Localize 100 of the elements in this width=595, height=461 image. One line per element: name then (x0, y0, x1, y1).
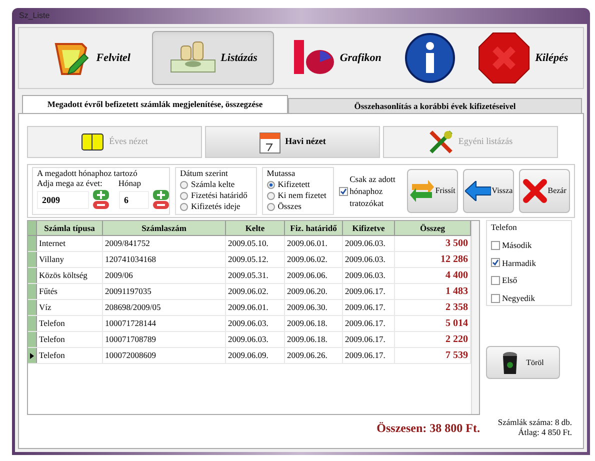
checkmark-icon (492, 259, 499, 266)
table-cell: Telefon (37, 332, 103, 347)
table-cell: 2009.06.03. (226, 332, 285, 347)
book-icon (81, 132, 106, 152)
toolbar-button[interactable]: Listázás (152, 31, 274, 85)
plus-button[interactable] (153, 190, 169, 200)
checkmark-icon (340, 188, 347, 194)
table-cell: 20091197035 (103, 284, 226, 299)
table-cell: 100072008609 (103, 348, 226, 363)
radio-button[interactable] (180, 202, 188, 210)
tab[interactable]: Összehasonlítás a korábbi évek kifizetéseivel (288, 98, 582, 113)
table-cell: 2009.06.30. (285, 300, 343, 315)
table-cell: 2009.06.03. (343, 236, 395, 251)
table-cell: 2009.06.02. (226, 284, 285, 299)
month-label: Hónap (118, 178, 142, 188)
plus-button[interactable] (93, 190, 109, 200)
plus-icon (97, 191, 105, 199)
screwdriver-wrench-icon (428, 129, 454, 155)
table-cell: Telefon (37, 316, 103, 331)
toolbar-button[interactable]: Felvitel (37, 31, 146, 85)
table-cell: 2009.06.09. (226, 348, 285, 363)
action-button[interactable]: Frissít (407, 169, 458, 213)
radio-label: Ki nem fizetet (278, 190, 326, 201)
stop-sign-icon (477, 31, 532, 85)
minus-button[interactable] (93, 201, 109, 209)
group-title: Mutassa (266, 168, 296, 179)
radio-button[interactable] (266, 180, 275, 188)
group-title: Dátum szerint (180, 168, 229, 179)
table-cell: 2009.06.17. (343, 300, 395, 315)
radio-button[interactable] (180, 192, 188, 200)
month-field[interactable]: 6 (119, 190, 149, 208)
radio-button[interactable] (266, 202, 275, 210)
checkbox-label: Csak az adott hónaphoz tratozókat (350, 173, 396, 209)
action-button[interactable]: Bezár (519, 169, 570, 213)
minus-icon (97, 204, 105, 206)
radio-label: Kifizetett (278, 179, 310, 190)
table-cell: 2009.06.20. (285, 284, 343, 299)
minus-button[interactable] (153, 201, 169, 209)
table-cell: 2009.06.02. (285, 252, 343, 267)
scrollbar[interactable] (471, 221, 479, 414)
delete-button[interactable]: Töröl (486, 346, 560, 379)
table-cell: 2009.06.18. (285, 316, 343, 331)
total-label: Összesen: 38 800 Ft. (376, 420, 480, 437)
minus-icon (157, 204, 165, 206)
row-header[interactable] (28, 348, 37, 363)
table-cell: Villany (37, 252, 103, 267)
table-cell: Telefon (37, 348, 103, 363)
radio-button[interactable] (180, 180, 188, 188)
tab[interactable]: Megadott évről befizetett számlák megjelenítése, összegzése (22, 95, 288, 113)
column-header: Számlaszám (103, 221, 226, 235)
table-cell: Fűtés (37, 284, 103, 299)
calendar-icon (259, 130, 282, 154)
table-cell: 2009/06 (103, 268, 226, 283)
table-cell: 2009.05.12. (226, 252, 285, 267)
checkbox[interactable] (491, 258, 500, 268)
radio-label: Kifizetés ideje (191, 201, 240, 212)
action-button[interactable]: Vissza (463, 169, 514, 213)
table-cell: 2009.06.17. (343, 348, 395, 363)
radio-label: Számla kelte (191, 179, 235, 190)
group-title: A megadott hónaphoz tartozó (37, 168, 138, 178)
close-icon (522, 179, 547, 203)
toolbar-button[interactable]: Kilépés (468, 31, 577, 85)
window-title: Sz_Liste (19, 10, 50, 22)
table-cell: Víz (37, 300, 103, 315)
view-button[interactable]: Havi nézet (205, 126, 380, 158)
radio-button[interactable] (266, 192, 275, 200)
table-cell: 2009.06.01. (226, 300, 285, 315)
checkbox-label: Negyedik (502, 292, 536, 305)
checkbox[interactable] (491, 240, 500, 250)
plus-icon (157, 191, 165, 199)
year-field[interactable]: 2009 (37, 190, 89, 208)
stats-label: Átlag: 4 850 Ft. (517, 427, 572, 437)
table-cell: 120741034168 (103, 252, 226, 267)
table-cell: 100071728144 (103, 316, 226, 331)
checkbox[interactable] (338, 186, 348, 196)
column-header: Kelte (226, 221, 285, 235)
column-header: Kifizetve (343, 221, 395, 235)
left-arrow-icon (464, 181, 491, 201)
table-cell: 2009/841752 (103, 236, 226, 251)
group-title: Telefon (491, 221, 518, 234)
current-row-icon (30, 352, 34, 358)
table-cell: 2009.06.26. (285, 348, 343, 363)
info-icon (404, 32, 456, 84)
table-cell: 100071708789 (103, 332, 226, 347)
table-cell: Internet (37, 236, 103, 251)
table-cell: 2009.06.01. (285, 236, 343, 251)
checkbox-label: Első (502, 274, 518, 287)
checkbox[interactable] (491, 276, 500, 286)
checkbox-label: Harmadik (502, 256, 536, 270)
table-cell: 2009.06.06. (285, 268, 343, 283)
trash-bin-icon (502, 350, 518, 374)
table-cell: 2009.06.17. (343, 284, 395, 299)
stats-label: Számlák száma: 8 db. (496, 417, 572, 427)
table-cell: 2009.06.18. (285, 332, 343, 347)
table-cell: 2009.06.03. (226, 316, 285, 331)
toolbar-button[interactable]: Grafikon (280, 31, 391, 85)
table-cell: 208698/2009/05 (103, 300, 226, 315)
table-cell: 2009.06.17. (343, 332, 395, 347)
checkbox[interactable] (491, 294, 500, 303)
checkbox-label: Második (502, 238, 532, 252)
